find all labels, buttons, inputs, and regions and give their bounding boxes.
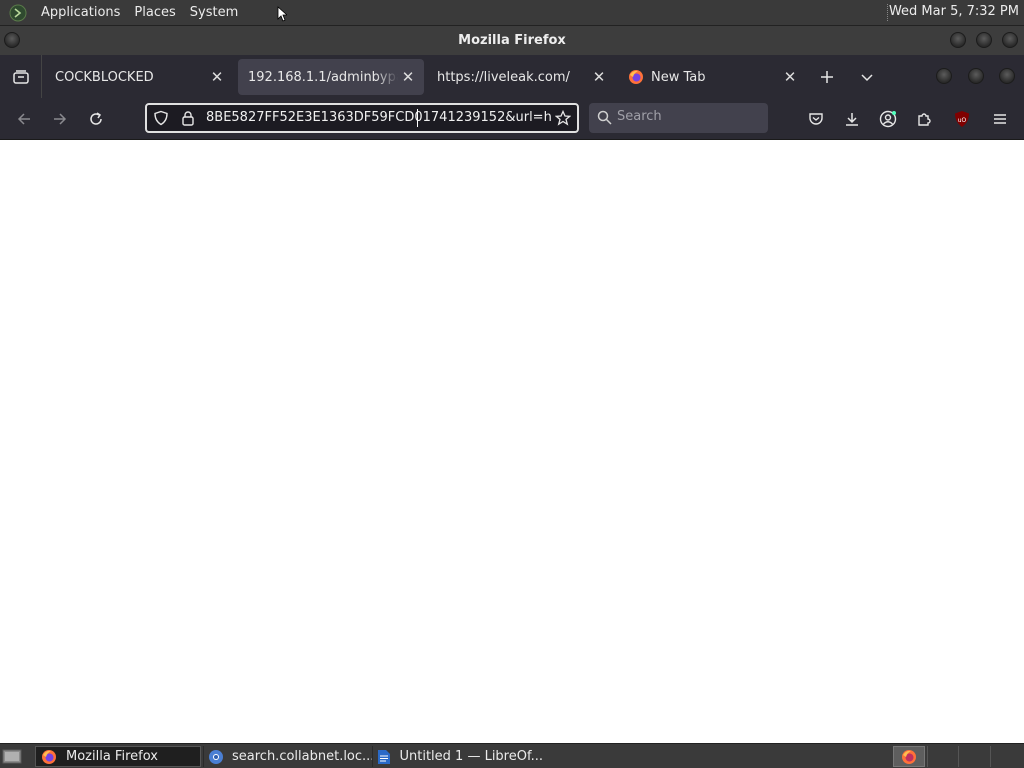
app-menu-button[interactable] (988, 107, 1012, 131)
ublock-origin-icon: uO (955, 111, 969, 127)
plus-icon (821, 71, 833, 83)
libreoffice-writer-icon (377, 748, 391, 766)
close-tab-icon[interactable]: ✕ (780, 67, 800, 87)
svg-text:uO: uO (958, 117, 967, 124)
firefox-icon (629, 70, 643, 84)
tab-strip: COCKBLOCKED ✕ 192.168.1.1/adminbypass.p … (0, 55, 1024, 98)
bookmark-star-icon[interactable] (555, 110, 571, 126)
mouse-cursor-icon (277, 6, 287, 22)
taskbar-item-chromium[interactable]: search.collabnet.loc... (204, 746, 372, 767)
url-bar[interactable]: 8BE5827FF52E3E1363DF59FCD01741239152&url… (145, 103, 579, 133)
firefox-view-button[interactable] (0, 55, 42, 98)
places-menu[interactable]: Places (127, 5, 182, 20)
taskbar-item-label: search.collabnet.loc... (232, 749, 372, 764)
close-tab-icon[interactable]: ✕ (207, 67, 227, 87)
top-panel: Applications Places System Wed Mar 5, 7:… (0, 0, 1024, 25)
list-all-tabs-button[interactable] (855, 65, 879, 89)
window-control-icon[interactable] (999, 68, 1015, 84)
window-control-icon[interactable] (936, 68, 952, 84)
back-button[interactable] (12, 107, 36, 131)
taskbar-item-label: Untitled 1 — LibreOf... (399, 749, 543, 764)
hamburger-menu-icon (994, 114, 1006, 124)
tab-cockblocked[interactable]: COCKBLOCKED ✕ (45, 59, 233, 95)
tab-liveleak[interactable]: https://liveleak.com/ ✕ (427, 59, 615, 95)
navigation-toolbar: 8BE5827FF52E3E1363DF59FCD01741239152&url… (0, 98, 1024, 140)
pocket-icon (809, 113, 823, 125)
workspace-separator (927, 746, 928, 767)
firefox-icon (40, 748, 58, 766)
tab-label: COCKBLOCKED (55, 69, 154, 85)
taskbar-item-label: Mozilla Firefox (66, 749, 158, 764)
window-titlebar[interactable]: Mozilla Firefox (0, 25, 1024, 55)
text-caret (417, 109, 418, 127)
clock[interactable]: Wed Mar 5, 7:32 PM (889, 4, 1019, 19)
window-title: Mozilla Firefox (458, 33, 566, 48)
puzzle-piece-icon (918, 113, 931, 126)
chevron-down-icon (861, 74, 873, 82)
page-content[interactable] (0, 140, 1024, 743)
ublock-origin-button[interactable]: uO (950, 107, 974, 131)
firefox-view-icon (12, 69, 29, 84)
firefox-icon (902, 749, 916, 764)
workspace-separator (990, 746, 991, 767)
account-icon (879, 110, 897, 128)
download-icon (846, 113, 858, 126)
arrow-right-icon (54, 113, 67, 125)
applications-menu[interactable]: Applications (34, 5, 127, 20)
lock-icon[interactable] (181, 110, 195, 126)
search-input[interactable] (617, 109, 757, 124)
reload-icon (90, 112, 102, 125)
maximize-button[interactable] (1002, 32, 1018, 48)
taskbar-item-firefox[interactable]: Mozilla Firefox (35, 746, 201, 767)
new-tab-button[interactable] (815, 65, 839, 89)
workspace-separator (958, 746, 959, 767)
shade-button[interactable] (950, 32, 966, 48)
close-tab-icon[interactable]: ✕ (589, 67, 609, 87)
window-control-icon[interactable] (968, 68, 984, 84)
bottom-taskbar: Mozilla Firefox search.collabnet.loc... … (0, 743, 1024, 768)
close-tab-icon[interactable]: ✕ (398, 67, 418, 87)
reload-button[interactable] (84, 107, 108, 131)
search-icon (597, 110, 612, 125)
tab-new-tab[interactable]: New Tab ✕ (618, 59, 806, 95)
search-bar[interactable] (589, 103, 768, 133)
pocket-button[interactable] (804, 107, 828, 131)
tab-label: https://liveleak.com/ (437, 69, 570, 85)
arrow-left-icon (17, 113, 30, 125)
system-menu[interactable]: System (183, 5, 245, 20)
workspace-switcher[interactable] (893, 746, 925, 767)
extensions-button[interactable] (912, 107, 936, 131)
downloads-button[interactable] (840, 107, 864, 131)
forward-button[interactable] (48, 107, 72, 131)
minimize-button[interactable] (976, 32, 992, 48)
chromium-icon (208, 748, 224, 766)
url-text[interactable]: 8BE5827FF52E3E1363DF59FCD01741239152&url… (206, 110, 551, 125)
terminal-logo-icon[interactable] (8, 3, 28, 23)
tracking-protection-shield-icon[interactable] (153, 110, 169, 126)
taskbar-item-libreoffice[interactable]: Untitled 1 — LibreOf... (373, 746, 543, 767)
account-button[interactable] (876, 107, 900, 131)
tab-label: New Tab (651, 69, 706, 85)
tab-adminbypass[interactable]: 192.168.1.1/adminbypass.p ✕ (238, 59, 424, 95)
show-desktop-icon[interactable] (2, 748, 22, 765)
tab-label: 192.168.1.1/adminbypass.p (248, 69, 398, 85)
